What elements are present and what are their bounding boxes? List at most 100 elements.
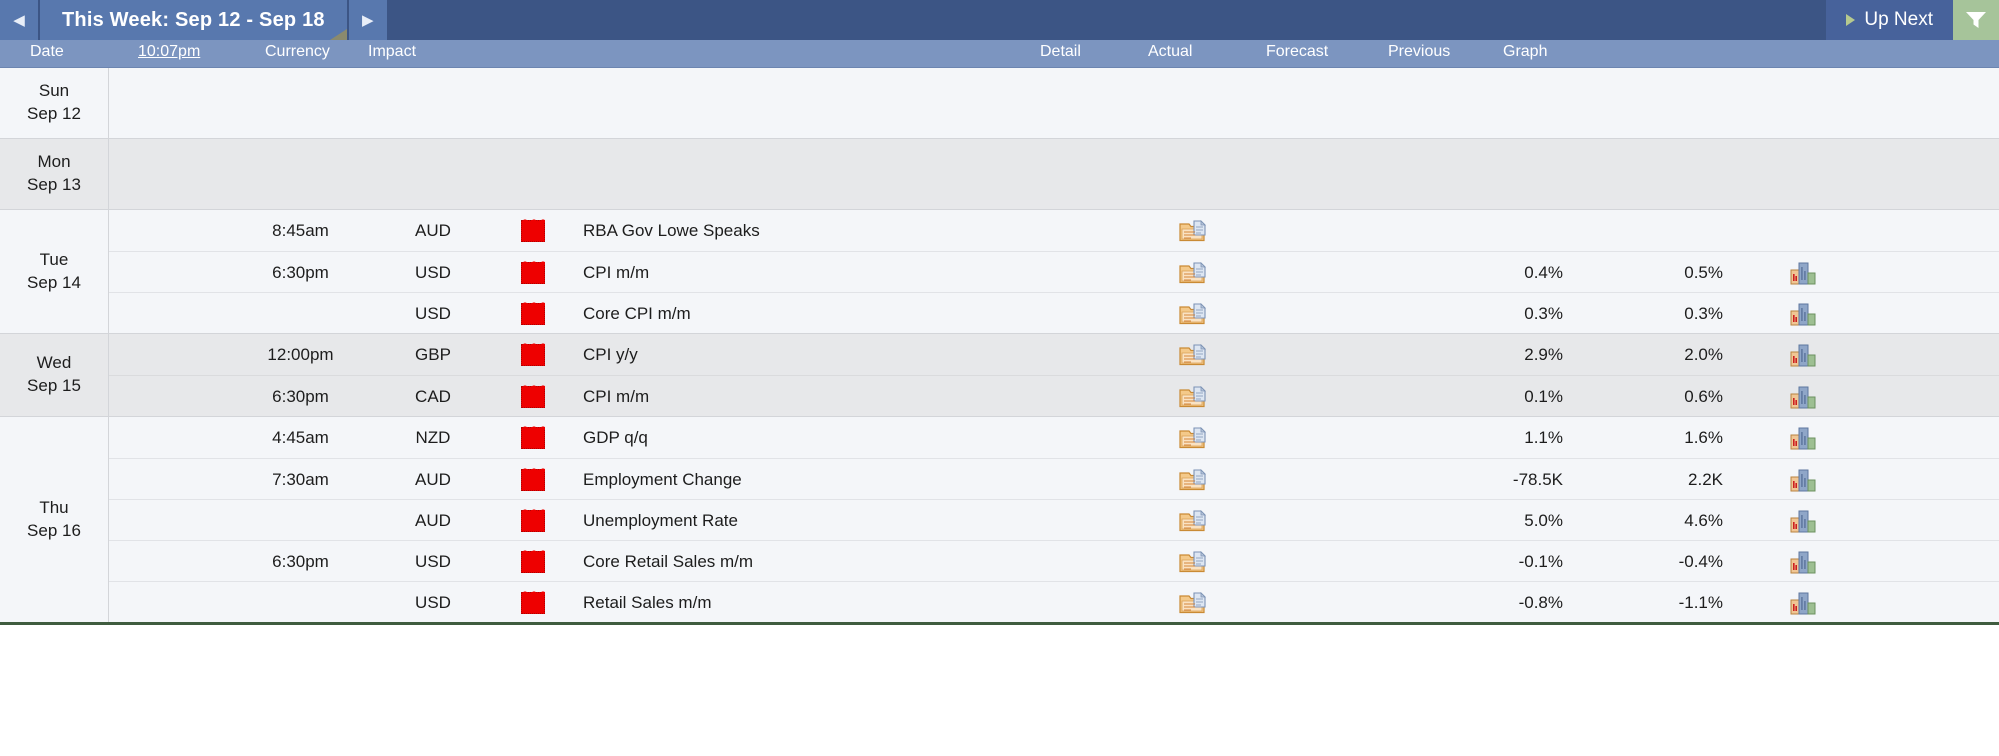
event-graph-cell[interactable] (1723, 210, 1883, 251)
day-event-rows (109, 139, 1999, 209)
table-row[interactable]: 6:30pm USD Core Retail Sales m/m -0.1% -0.4% (109, 540, 1999, 581)
next-week-button[interactable]: ▶ (348, 0, 387, 40)
detail-folder-icon[interactable] (1178, 218, 1208, 244)
table-row[interactable]: 7:30am AUD Employment Change -78.5K 2.2K (109, 458, 1999, 499)
event-actual (1243, 417, 1403, 458)
event-detail-cell[interactable] (1143, 417, 1243, 458)
day-group: Tue Sep 14 8:45am AUD RBA Gov Lowe Speaks 6:3… (0, 209, 1999, 333)
event-graph-cell[interactable] (1723, 582, 1883, 623)
event-name[interactable]: CPI y/y (583, 334, 1143, 375)
event-detail-cell[interactable] (1143, 500, 1243, 541)
event-impact-cell[interactable] (483, 541, 583, 582)
event-impact-cell[interactable] (483, 334, 583, 375)
event-detail-cell[interactable] (1143, 252, 1243, 293)
table-row[interactable]: AUD Unemployment Rate 5.0% 4.6% (109, 499, 1999, 540)
detail-folder-icon[interactable] (1178, 425, 1208, 451)
calendar-table: Sun Sep 12 Mon Sep 13 Tue Sep 14 8:45am AUD RBA … (0, 68, 1999, 622)
graph-bars-icon[interactable] (1789, 549, 1817, 575)
event-graph-cell[interactable] (1723, 293, 1883, 334)
event-impact-cell[interactable] (483, 582, 583, 623)
impact-high-icon[interactable] (521, 340, 545, 366)
event-graph-cell[interactable] (1723, 459, 1883, 500)
graph-bars-icon[interactable] (1789, 260, 1817, 286)
event-impact-cell[interactable] (483, 500, 583, 541)
event-graph-cell[interactable] (1723, 334, 1883, 375)
table-row[interactable]: USD Retail Sales m/m -0.8% -1.1% (109, 581, 1999, 622)
table-row[interactable]: 8:45am AUD RBA Gov Lowe Speaks (109, 210, 1999, 251)
event-graph-cell[interactable] (1723, 541, 1883, 582)
event-graph-cell[interactable] (1723, 376, 1883, 417)
table-row[interactable]: 6:30pm USD CPI m/m 0.4% 0.5% (109, 251, 1999, 292)
event-currency: USD (415, 262, 451, 282)
event-time (218, 582, 383, 623)
event-name[interactable]: Employment Change (583, 459, 1143, 500)
event-detail-cell[interactable] (1143, 541, 1243, 582)
day-date-cell: Thu Sep 16 (0, 417, 109, 622)
current-time-clock[interactable]: 10:07pm (138, 43, 200, 61)
event-actual (1243, 541, 1403, 582)
graph-bars-icon[interactable] (1789, 342, 1817, 368)
event-graph-cell[interactable] (1723, 252, 1883, 293)
event-impact-cell[interactable] (483, 252, 583, 293)
event-name[interactable]: CPI m/m (583, 252, 1143, 293)
event-previous: 1.6% (1684, 427, 1723, 447)
table-row[interactable]: 12:00pm GBP CPI y/y 2.9% 2.0% (109, 334, 1999, 375)
event-impact-cell[interactable] (483, 459, 583, 500)
detail-folder-icon[interactable] (1178, 590, 1208, 616)
impact-high-icon[interactable] (521, 506, 545, 532)
event-graph-cell[interactable] (1723, 417, 1883, 458)
event-name[interactable]: RBA Gov Lowe Speaks (583, 210, 1143, 251)
event-detail-cell[interactable] (1143, 210, 1243, 251)
table-row[interactable]: 4:45am NZD GDP q/q 1.1% 1.6% (109, 417, 1999, 458)
detail-folder-icon[interactable] (1178, 508, 1208, 534)
event-name[interactable]: Core CPI m/m (583, 293, 1143, 334)
event-name[interactable]: Unemployment Rate (583, 500, 1143, 541)
event-graph-cell[interactable] (1723, 500, 1883, 541)
detail-folder-icon[interactable] (1178, 260, 1208, 286)
event-impact-cell[interactable] (483, 376, 583, 417)
graph-bars-icon[interactable] (1789, 384, 1817, 410)
graph-bars-icon[interactable] (1789, 301, 1817, 327)
event-impact-cell[interactable] (483, 210, 583, 251)
event-name[interactable]: GDP q/q (583, 417, 1143, 458)
detail-folder-icon[interactable] (1178, 342, 1208, 368)
event-actual (1243, 500, 1403, 541)
impact-high-icon[interactable] (521, 216, 545, 242)
graph-bars-icon[interactable] (1789, 508, 1817, 534)
week-range-title[interactable]: This Week: Sep 12 - Sep 18 (40, 0, 347, 40)
impact-high-icon[interactable] (521, 258, 545, 284)
event-name[interactable]: Core Retail Sales m/m (583, 541, 1143, 582)
graph-bars-icon[interactable] (1789, 467, 1817, 493)
detail-folder-icon[interactable] (1178, 301, 1208, 327)
day-date: Sep 16 (27, 520, 81, 540)
event-detail-cell[interactable] (1143, 582, 1243, 623)
graph-bars-icon[interactable] (1789, 590, 1817, 616)
filter-button[interactable] (1953, 0, 1999, 40)
impact-high-icon[interactable] (521, 465, 545, 491)
event-impact-cell[interactable] (483, 417, 583, 458)
event-actual (1243, 293, 1403, 334)
impact-high-icon[interactable] (521, 299, 545, 325)
impact-high-icon[interactable] (521, 382, 545, 408)
event-detail-cell[interactable] (1143, 293, 1243, 334)
table-row[interactable]: USD Core CPI m/m 0.3% 0.3% (109, 292, 1999, 333)
impact-high-icon[interactable] (521, 423, 545, 449)
previous-week-button[interactable]: ◀ (0, 0, 38, 40)
event-name[interactable]: Retail Sales m/m (583, 582, 1143, 623)
impact-high-icon[interactable] (521, 547, 545, 573)
event-detail-cell[interactable] (1143, 376, 1243, 417)
event-forecast: 2.9% (1524, 344, 1563, 364)
event-detail-cell[interactable] (1143, 459, 1243, 500)
graph-bars-icon[interactable] (1789, 425, 1817, 451)
event-currency: USD (415, 592, 451, 612)
up-next-button[interactable]: Up Next (1826, 0, 1953, 40)
table-row[interactable]: 6:30pm CAD CPI m/m 0.1% 0.6% (109, 375, 1999, 416)
detail-folder-icon[interactable] (1178, 467, 1208, 493)
detail-folder-icon[interactable] (1178, 384, 1208, 410)
impact-high-icon[interactable] (521, 588, 545, 614)
event-detail-cell[interactable] (1143, 334, 1243, 375)
detail-folder-icon[interactable] (1178, 549, 1208, 575)
event-impact-cell[interactable] (483, 293, 583, 334)
event-name[interactable]: CPI m/m (583, 376, 1143, 417)
economic-calendar: ◀ This Week: Sep 12 - Sep 18 ▶ Up Next D… (0, 0, 1999, 756)
